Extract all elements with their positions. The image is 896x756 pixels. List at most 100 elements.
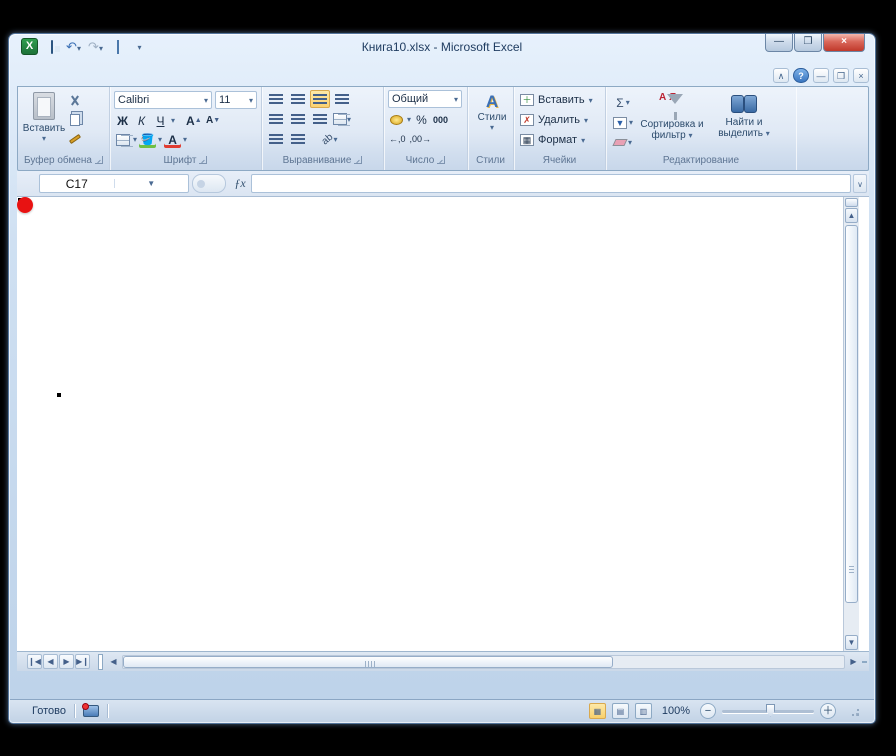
font-name-combo[interactable]: Calibri▾ bbox=[114, 91, 212, 109]
vertical-scroll-thumb[interactable] bbox=[845, 225, 858, 603]
fill-down-icon: ▼ bbox=[613, 117, 627, 129]
resize-grip[interactable] bbox=[848, 705, 860, 717]
fill-color-button[interactable]: 🪣 bbox=[139, 131, 156, 148]
font-name-value: Calibri bbox=[118, 94, 149, 106]
worksheet-area: ▲ ▼ bbox=[17, 197, 869, 651]
sheet-tabs-row: ❙◀ ◀ ▶ ▶❙ ◀ ▶ bbox=[17, 651, 869, 671]
align-bottom-button[interactable] bbox=[310, 90, 330, 108]
minimize-button[interactable]: — bbox=[765, 34, 793, 52]
name-box-dropdown-arrow[interactable]: ▼ bbox=[114, 179, 189, 188]
scrollbar-splitter[interactable] bbox=[862, 661, 867, 663]
comma-style-button[interactable]: 000 bbox=[432, 111, 449, 128]
percent-style-button[interactable]: % bbox=[413, 111, 430, 128]
sheet-nav-buttons: ❙◀ ◀ ▶ ▶❙ bbox=[17, 652, 94, 671]
workbook-minimize-icon[interactable]: — bbox=[813, 68, 829, 83]
brush-icon bbox=[69, 133, 81, 143]
merge-center-button[interactable]: ▾ bbox=[332, 110, 352, 128]
vertical-scrollbar[interactable]: ▲ ▼ bbox=[843, 197, 859, 651]
underline-button[interactable]: Ч bbox=[152, 112, 169, 129]
zoom-slider-track[interactable] bbox=[722, 710, 814, 713]
accounting-format-button[interactable] bbox=[388, 111, 405, 128]
normal-view-button[interactable]: ▦ bbox=[589, 703, 606, 719]
font-size-value: 11 bbox=[219, 94, 230, 106]
wrap-text-button[interactable] bbox=[332, 90, 352, 108]
paste-dropdown-arrow[interactable]: ▾ bbox=[22, 134, 66, 143]
align-right-button[interactable] bbox=[310, 110, 330, 128]
close-button[interactable]: × bbox=[823, 34, 865, 52]
maximize-button[interactable]: ❒ bbox=[794, 34, 822, 52]
copy-icon bbox=[70, 114, 80, 126]
format-painter-button[interactable] bbox=[66, 130, 84, 147]
font-color-dropdown-arrow[interactable]: ▾ bbox=[183, 135, 187, 144]
italic-button[interactable]: К bbox=[133, 112, 150, 129]
scroll-down-button[interactable]: ▼ bbox=[845, 635, 858, 650]
insert-cells-icon: ＋ bbox=[520, 94, 534, 106]
page-break-view-button[interactable]: ▥ bbox=[635, 703, 652, 719]
zoom-in-button[interactable]: ＋ bbox=[820, 703, 836, 719]
decrease-indent-button[interactable] bbox=[266, 130, 286, 148]
workbook-close-icon[interactable]: × bbox=[853, 68, 869, 83]
scroll-left-button[interactable]: ◀ bbox=[107, 655, 120, 669]
borders-button[interactable] bbox=[114, 131, 131, 148]
fill-button[interactable]: ▼▾ bbox=[610, 114, 636, 131]
page-layout-view-button[interactable]: ▤ bbox=[612, 703, 629, 719]
scroll-right-button[interactable]: ▶ bbox=[847, 655, 860, 669]
formula-input[interactable] bbox=[251, 174, 851, 193]
insert-cells-button[interactable]: ＋Вставить▾ bbox=[518, 90, 603, 110]
name-box[interactable]: C17▼ bbox=[39, 174, 189, 193]
fill-color-dropdown-arrow[interactable]: ▾ bbox=[158, 135, 162, 144]
shrink-font-button[interactable]: А▼ bbox=[205, 112, 222, 129]
paste-label: Вставить bbox=[23, 123, 65, 134]
alignment-group: ▾ ab▾ Выравнивание bbox=[262, 87, 384, 170]
vertical-split-handle[interactable] bbox=[845, 198, 858, 207]
align-left-button[interactable] bbox=[266, 110, 286, 128]
grow-font-button[interactable]: А▲ bbox=[185, 112, 203, 129]
clipboard-dialog-launcher[interactable] bbox=[95, 156, 103, 164]
accounting-dropdown-arrow[interactable]: ▾ bbox=[407, 115, 411, 124]
insert-function-button[interactable]: ƒx bbox=[229, 176, 251, 191]
help-icon[interactable]: ? bbox=[793, 68, 809, 83]
zoom-slider-thumb[interactable] bbox=[766, 704, 775, 717]
decrease-indent-icon bbox=[269, 134, 283, 136]
scroll-up-button[interactable]: ▲ bbox=[845, 208, 858, 223]
font-dialog-launcher[interactable] bbox=[199, 156, 207, 164]
bold-button[interactable]: Ж bbox=[114, 112, 131, 129]
zoom-out-button[interactable]: − bbox=[700, 703, 716, 719]
tab-splitter[interactable] bbox=[98, 654, 103, 670]
delete-cells-button[interactable]: ✗Удалить▾ bbox=[518, 110, 603, 130]
styles-button[interactable]: А Стили ▾ bbox=[472, 90, 512, 154]
next-sheet-button[interactable]: ▶ bbox=[59, 654, 74, 669]
borders-dropdown-arrow[interactable]: ▾ bbox=[133, 135, 137, 144]
autosum-button[interactable]: Σ▾ bbox=[610, 94, 636, 111]
paste-button[interactable]: Вставить ▾ bbox=[22, 90, 66, 154]
merge-center-icon bbox=[333, 113, 347, 125]
align-middle-button[interactable] bbox=[288, 90, 308, 108]
first-sheet-button[interactable]: ❙◀ bbox=[27, 654, 42, 669]
cut-button[interactable] bbox=[66, 92, 84, 109]
number-format-combo[interactable]: Общий▾ bbox=[388, 90, 462, 108]
collapse-ribbon-icon[interactable]: ∧ bbox=[773, 68, 789, 83]
orientation-button[interactable]: ab▾ bbox=[320, 130, 340, 148]
font-size-combo[interactable]: 11▾ bbox=[215, 91, 257, 109]
format-cells-button[interactable]: ▦Формат▾ bbox=[518, 130, 603, 150]
sort-filter-button[interactable]: А Я Сортировка и фильтр ▾ bbox=[636, 90, 708, 151]
find-select-button[interactable]: Найти и выделить ▾ bbox=[708, 90, 780, 151]
horizontal-scroll-track[interactable] bbox=[122, 655, 845, 669]
alignment-dialog-launcher[interactable] bbox=[354, 156, 362, 164]
workbook-restore-icon[interactable]: ❒ bbox=[833, 68, 849, 83]
clear-button[interactable]: ▾ bbox=[610, 134, 636, 151]
decrease-decimal-button[interactable]: ,00→ bbox=[409, 130, 433, 147]
copy-button[interactable] bbox=[66, 111, 84, 128]
underline-dropdown-arrow[interactable]: ▾ bbox=[171, 116, 175, 125]
increase-decimal-button[interactable]: ←,0 bbox=[388, 130, 407, 147]
horizontal-scroll-thumb[interactable] bbox=[123, 656, 613, 668]
align-top-button[interactable] bbox=[266, 90, 286, 108]
align-center-button[interactable] bbox=[288, 110, 308, 128]
number-dialog-launcher[interactable] bbox=[437, 156, 445, 164]
prev-sheet-button[interactable]: ◀ bbox=[43, 654, 58, 669]
last-sheet-button[interactable]: ▶❙ bbox=[75, 654, 90, 669]
font-color-button[interactable]: А bbox=[164, 131, 181, 148]
increase-indent-button[interactable] bbox=[288, 130, 308, 148]
macro-record-icon[interactable] bbox=[83, 705, 99, 717]
expand-formula-bar-button[interactable]: ∨ bbox=[853, 174, 867, 193]
